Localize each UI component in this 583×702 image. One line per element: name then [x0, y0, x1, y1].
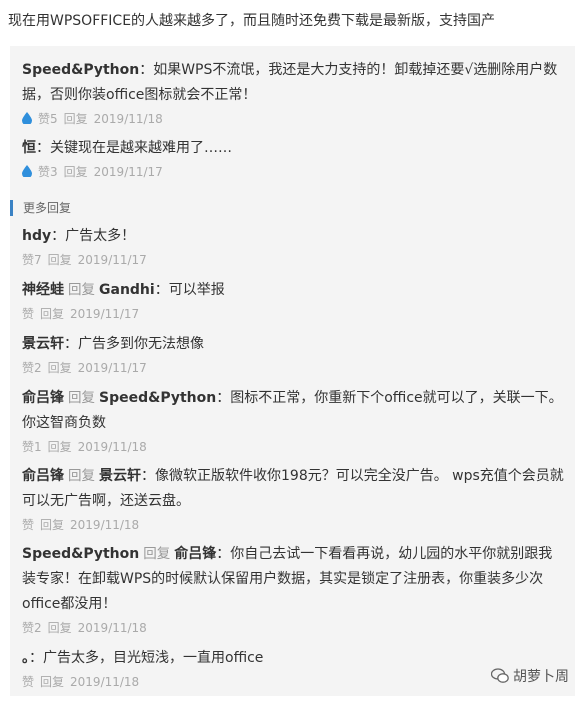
comment-item: 神经蛙 回复 Gandhi：可以举报 赞回复 2019/11/17 [22, 278, 565, 323]
comment-text: ：广告太多！ [51, 228, 136, 244]
comment-item: Speed&Python 回复 俞吕锋：你自己去试一下看看再说，幼儿园的水平你就别跟… [22, 542, 565, 637]
watermark-text: 胡萝卜周 [513, 669, 569, 685]
more-replies-header[interactable]: 更多回复 [10, 200, 71, 216]
reply-link[interactable]: 回复 [40, 518, 64, 532]
comment-author[interactable]: 俞吕锋 [22, 468, 64, 484]
like-count[interactable]: 赞7 [22, 253, 42, 267]
like-count[interactable]: 赞2 [22, 621, 42, 635]
reply-link[interactable]: 回复 [64, 112, 88, 126]
comment-author[interactable]: 景云轩 [22, 336, 64, 352]
reply-link[interactable]: 回复 [48, 440, 72, 454]
comment-date: 2019/11/18 [77, 621, 147, 635]
comment-item: 俞吕锋 回复 Speed&Python：图标不正常，你重新下个office就可以了，… [22, 386, 565, 456]
wechat-icon [491, 668, 509, 683]
like-count[interactable]: 赞5 [38, 112, 58, 126]
like-count[interactable]: 赞2 [22, 361, 42, 375]
comment-item: hdy：广告太多！ 赞7 回复 2019/11/17 [22, 224, 565, 269]
comment-text: ：广告多到你无法想像 [64, 336, 204, 352]
reply-target[interactable]: 俞吕锋 [174, 546, 216, 562]
comment-author[interactable]: Speed&Python [22, 62, 139, 78]
reply-target[interactable]: 景云轩 [99, 468, 141, 484]
comment-item: Speed&Python：如果WPS不流氓，我还是大力支持的！卸载掉还要√选删除… [22, 58, 565, 128]
comment-date: 2019/11/18 [77, 440, 147, 454]
reply-target[interactable]: Gandhi [99, 282, 155, 298]
reply-link[interactable]: 回复 [48, 361, 72, 375]
reply-word: 回复 [68, 468, 95, 484]
reply-link[interactable]: 回复 [48, 253, 72, 267]
watermark: 胡萝卜周 [491, 666, 569, 686]
comment-author[interactable]: 神经蛙 [22, 282, 64, 298]
comment-item: 恒：关键现在是越来越难用了…… 赞3 回复 2019/11/17 [22, 136, 565, 181]
comment-date: 2019/11/17 [70, 307, 140, 321]
reply-target[interactable]: Speed&Python [99, 390, 216, 406]
water-drop-icon [22, 112, 32, 124]
comment-author[interactable]: 。 [22, 650, 29, 666]
like-count[interactable]: 赞 [22, 518, 34, 532]
comment-item: 俞吕锋 回复 景云轩：像微软正版软件收你198元？可以完全没广告。 wps充值个会员… [22, 464, 565, 534]
comment-author[interactable]: Speed&Python [22, 546, 139, 562]
reply-link[interactable]: 回复 [48, 621, 72, 635]
comments-card: Speed&Python：如果WPS不流氓，我还是大力支持的！卸载掉还要√选删除… [10, 46, 575, 696]
comment-author[interactable]: 俞吕锋 [22, 390, 64, 406]
reply-link[interactable]: 回复 [40, 307, 64, 321]
comment-author[interactable]: hdy [22, 228, 51, 244]
reply-link[interactable]: 回复 [64, 165, 88, 179]
comment-item: 。：广告太多，目光短浅，一直用office 赞回复 2019/11/18 [22, 646, 565, 691]
comment-text: ：广告太多，目光短浅，一直用office [29, 650, 264, 666]
like-count[interactable]: 赞 [22, 307, 34, 321]
intro-text: 现在用WPSOFFICE的人越来越多了，而且随时还免费下载是最新版，支持国产 [8, 13, 496, 29]
like-count[interactable]: 赞1 [22, 440, 42, 454]
reply-word: 回复 [143, 546, 171, 562]
comment-author[interactable]: 恒 [22, 140, 36, 156]
reply-word: 回复 [68, 282, 95, 298]
like-count[interactable]: 赞 [22, 675, 34, 689]
reply-link[interactable]: 回复 [40, 675, 64, 689]
comment-date: 2019/11/17 [77, 253, 147, 267]
comment-date: 2019/11/18 [70, 518, 140, 532]
comment-text: ：可以举报 [154, 282, 225, 298]
comment-date: 2019/11/17 [93, 165, 163, 179]
comment-text: ：关键现在是越来越难用了…… [36, 140, 232, 156]
comment-date: 2019/11/18 [93, 112, 163, 126]
comment-date: 2019/11/17 [77, 361, 147, 375]
comment-date: 2019/11/18 [70, 675, 140, 689]
water-drop-icon [22, 165, 32, 177]
comment-item: 景云轩：广告多到你无法想像 赞2 回复 2019/11/17 [22, 332, 565, 377]
reply-word: 回复 [68, 390, 95, 406]
like-count[interactable]: 赞3 [38, 165, 58, 179]
